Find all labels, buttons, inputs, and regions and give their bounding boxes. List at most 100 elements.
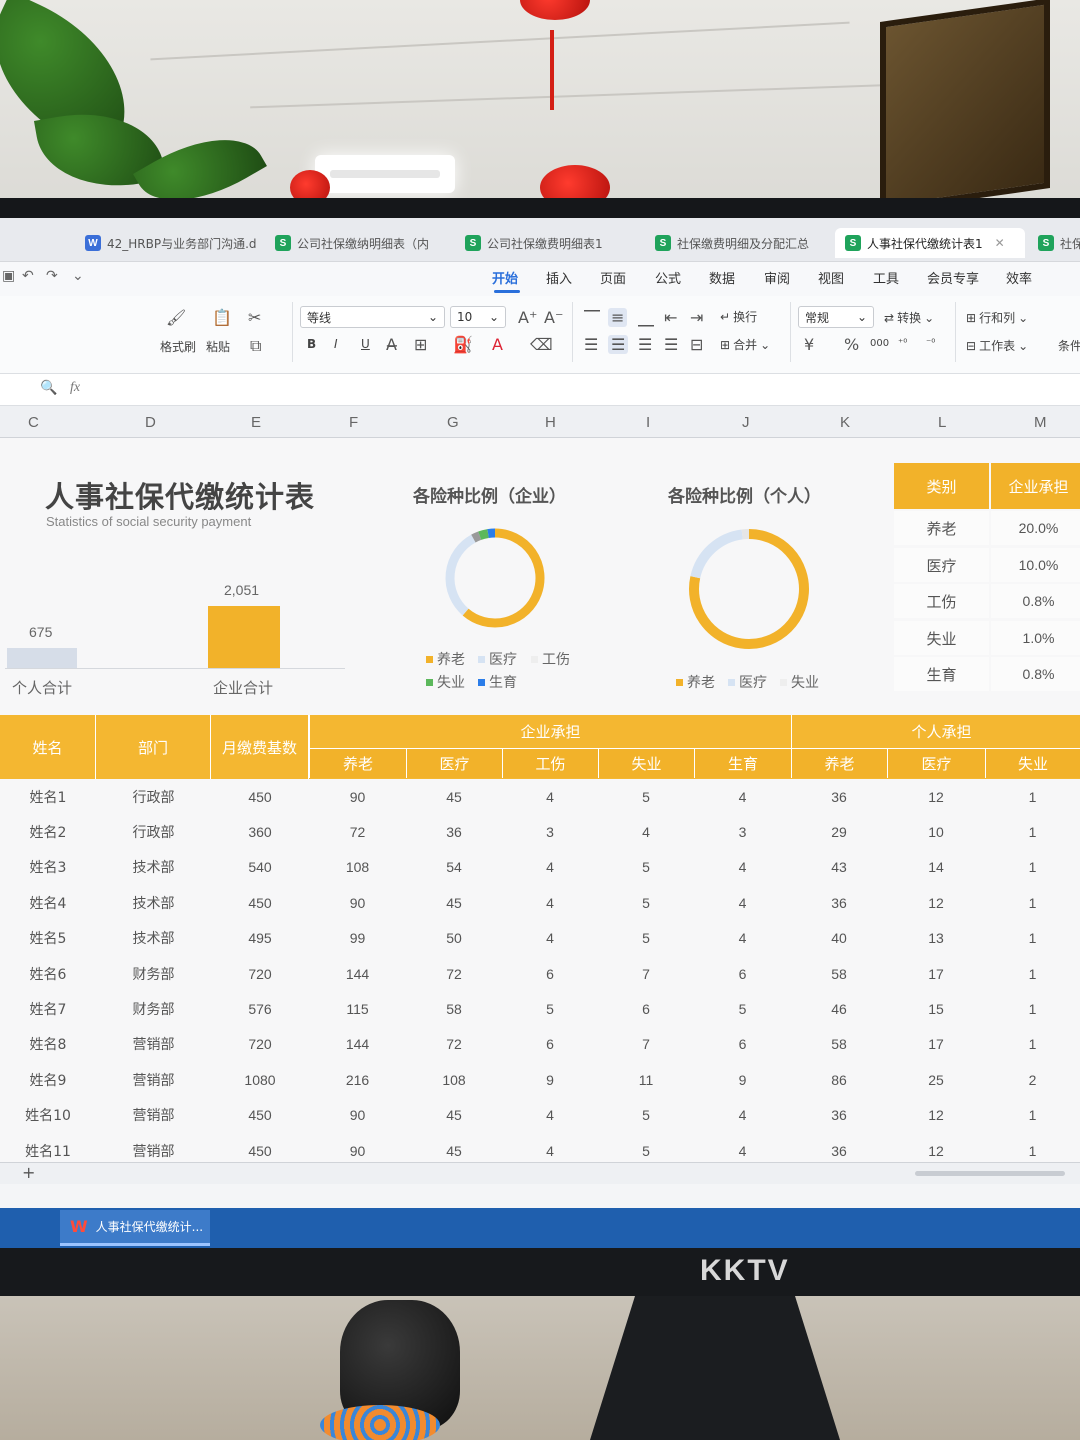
column-header[interactable]: E <box>251 414 261 431</box>
cell-base[interactable]: 495 <box>211 921 309 956</box>
merge-button[interactable]: ⊞ 合并 ⌄ <box>720 336 770 353</box>
bold-button[interactable]: B <box>307 337 316 351</box>
cell-company-injury[interactable]: 6 <box>502 1027 598 1062</box>
cell-company-pension[interactable]: 108 <box>309 850 406 885</box>
rates-value-cell[interactable]: 10.0% <box>991 548 1080 582</box>
cell-personal-pension[interactable]: 29 <box>791 814 887 849</box>
cell-company-medical[interactable]: 36 <box>406 814 502 849</box>
column-header[interactable]: H <box>545 414 556 431</box>
header-personal-pension[interactable]: 养老 <box>791 748 887 778</box>
save-icon[interactable]: ▣ <box>2 268 15 284</box>
header-company-unemployment[interactable]: 失业 <box>598 748 694 778</box>
cell-department[interactable]: 营销部 <box>96 1062 211 1097</box>
cell-personal-medical[interactable]: 12 <box>887 1098 985 1133</box>
cell-personal-unemployment[interactable]: 1 <box>985 1027 1080 1062</box>
cell-personal-unemployment[interactable]: 1 <box>985 779 1080 814</box>
cell-base[interactable]: 1080 <box>211 1062 309 1097</box>
menu-efficiency[interactable]: 效率 <box>1006 268 1032 287</box>
cell-company-unemployment[interactable]: 6 <box>598 991 694 1026</box>
cell-company-unemployment[interactable]: 5 <box>598 850 694 885</box>
decimal-decrease-icon[interactable]: ⁻⁰ <box>926 338 935 349</box>
cell-company-maternity[interactable]: 9 <box>694 1062 791 1097</box>
header-company-injury[interactable]: 工伤 <box>502 748 598 778</box>
cell-company-unemployment[interactable]: 7 <box>598 956 694 991</box>
rates-value-cell[interactable]: 0.8% <box>991 584 1080 618</box>
eraser-icon[interactable]: ⌫ <box>530 335 553 354</box>
cell-base[interactable]: 450 <box>211 1098 309 1133</box>
doc-tab[interactable]: W 42_HRBP与业务部门沟通.d <box>75 228 260 258</box>
cell-personal-pension[interactable]: 46 <box>791 991 887 1026</box>
cell-company-injury[interactable]: 4 <box>502 1098 598 1133</box>
cell-company-pension[interactable]: 90 <box>309 1098 406 1133</box>
column-header[interactable]: M <box>1034 414 1047 431</box>
header-personal-group[interactable]: 个人承担 <box>791 715 1080 748</box>
align-top-icon[interactable]: ⎺ <box>584 308 600 328</box>
column-header[interactable]: L <box>938 414 946 431</box>
cell-name[interactable]: 姓名1 <box>0 779 96 814</box>
align-right-icon[interactable]: ☰ <box>638 335 652 354</box>
rates-type-cell[interactable]: 生育 <box>894 657 989 691</box>
number-format-select[interactable]: 常规 ⌄ <box>798 306 874 328</box>
header-company-group[interactable]: 企业承担 <box>309 715 791 748</box>
fill-color-icon[interactable]: ⛽ <box>453 335 473 354</box>
cell-personal-medical[interactable]: 17 <box>887 956 985 991</box>
cell-personal-medical[interactable]: 12 <box>887 779 985 814</box>
cell-department[interactable]: 技术部 <box>96 921 211 956</box>
cell-personal-pension[interactable]: 43 <box>791 850 887 885</box>
cell-name[interactable]: 姓名3 <box>0 850 96 885</box>
cell-department[interactable]: 财务部 <box>96 956 211 991</box>
cell-personal-medical[interactable]: 15 <box>887 991 985 1026</box>
cell-company-pension[interactable]: 90 <box>309 779 406 814</box>
cell-personal-medical[interactable]: 13 <box>887 921 985 956</box>
paste-label[interactable]: 粘贴 <box>206 338 230 355</box>
cell-base[interactable]: 576 <box>211 991 309 1026</box>
header-company-maternity[interactable]: 生育 <box>694 748 791 778</box>
cell-department[interactable]: 技术部 <box>96 850 211 885</box>
cell-company-injury[interactable]: 9 <box>502 1062 598 1097</box>
underline-button[interactable]: U <box>361 337 370 351</box>
cell-personal-unemployment[interactable]: 1 <box>985 850 1080 885</box>
cell-company-medical[interactable]: 50 <box>406 921 502 956</box>
taskbar-app-button[interactable]: W 人事社保代缴统计... <box>60 1210 210 1246</box>
cell-company-pension[interactable]: 216 <box>309 1062 406 1097</box>
cell-company-medical[interactable]: 45 <box>406 1098 502 1133</box>
cell-name[interactable]: 姓名7 <box>0 991 96 1026</box>
cell-company-unemployment[interactable]: 4 <box>598 814 694 849</box>
cell-company-medical[interactable]: 45 <box>406 885 502 920</box>
cell-personal-pension[interactable]: 40 <box>791 921 887 956</box>
currency-button[interactable]: ¥ <box>804 335 814 354</box>
cell-company-maternity[interactable]: 4 <box>694 885 791 920</box>
align-center-icon[interactable]: ☰ <box>608 335 629 354</box>
cell-department[interactable]: 技术部 <box>96 885 211 920</box>
cell-company-medical[interactable]: 58 <box>406 991 502 1026</box>
font-name-select[interactable]: 等线 ⌄ <box>300 306 445 328</box>
column-header[interactable]: I <box>646 414 650 431</box>
cell-company-injury[interactable]: 3 <box>502 814 598 849</box>
menu-review[interactable]: 审阅 <box>764 268 790 287</box>
function-button[interactable]: fx <box>70 380 80 396</box>
cell-base[interactable]: 450 <box>211 885 309 920</box>
font-grow-icon[interactable]: A⁺ <box>518 308 537 327</box>
header-company-pension[interactable]: 养老 <box>309 748 406 778</box>
column-header[interactable]: F <box>349 414 358 431</box>
rates-type-cell[interactable]: 失业 <box>894 621 989 655</box>
add-sheet-button[interactable]: + <box>22 1163 35 1182</box>
cell-name[interactable]: 姓名2 <box>0 814 96 849</box>
cell-personal-medical[interactable]: 10 <box>887 814 985 849</box>
close-icon[interactable]: ✕ <box>995 236 1005 250</box>
cell-name[interactable]: 姓名10 <box>0 1098 96 1133</box>
decimal-increase-icon[interactable]: ⁺⁰ <box>898 338 907 349</box>
cell-company-medical[interactable]: 54 <box>406 850 502 885</box>
align-left-icon[interactable]: ☰ <box>584 335 598 354</box>
cell-company-unemployment[interactable]: 11 <box>598 1062 694 1097</box>
cell-personal-pension[interactable]: 36 <box>791 885 887 920</box>
column-header[interactable]: J <box>742 414 750 431</box>
menu-tools[interactable]: 工具 <box>873 268 899 287</box>
menu-page[interactable]: 页面 <box>600 268 626 287</box>
header-company-medical[interactable]: 医疗 <box>406 748 502 778</box>
font-shrink-icon[interactable]: A⁻ <box>544 308 563 327</box>
cell-company-pension[interactable]: 99 <box>309 921 406 956</box>
cell-personal-unemployment[interactable]: 1 <box>985 1098 1080 1133</box>
cell-company-injury[interactable]: 4 <box>502 850 598 885</box>
menu-data[interactable]: 数据 <box>709 268 735 287</box>
